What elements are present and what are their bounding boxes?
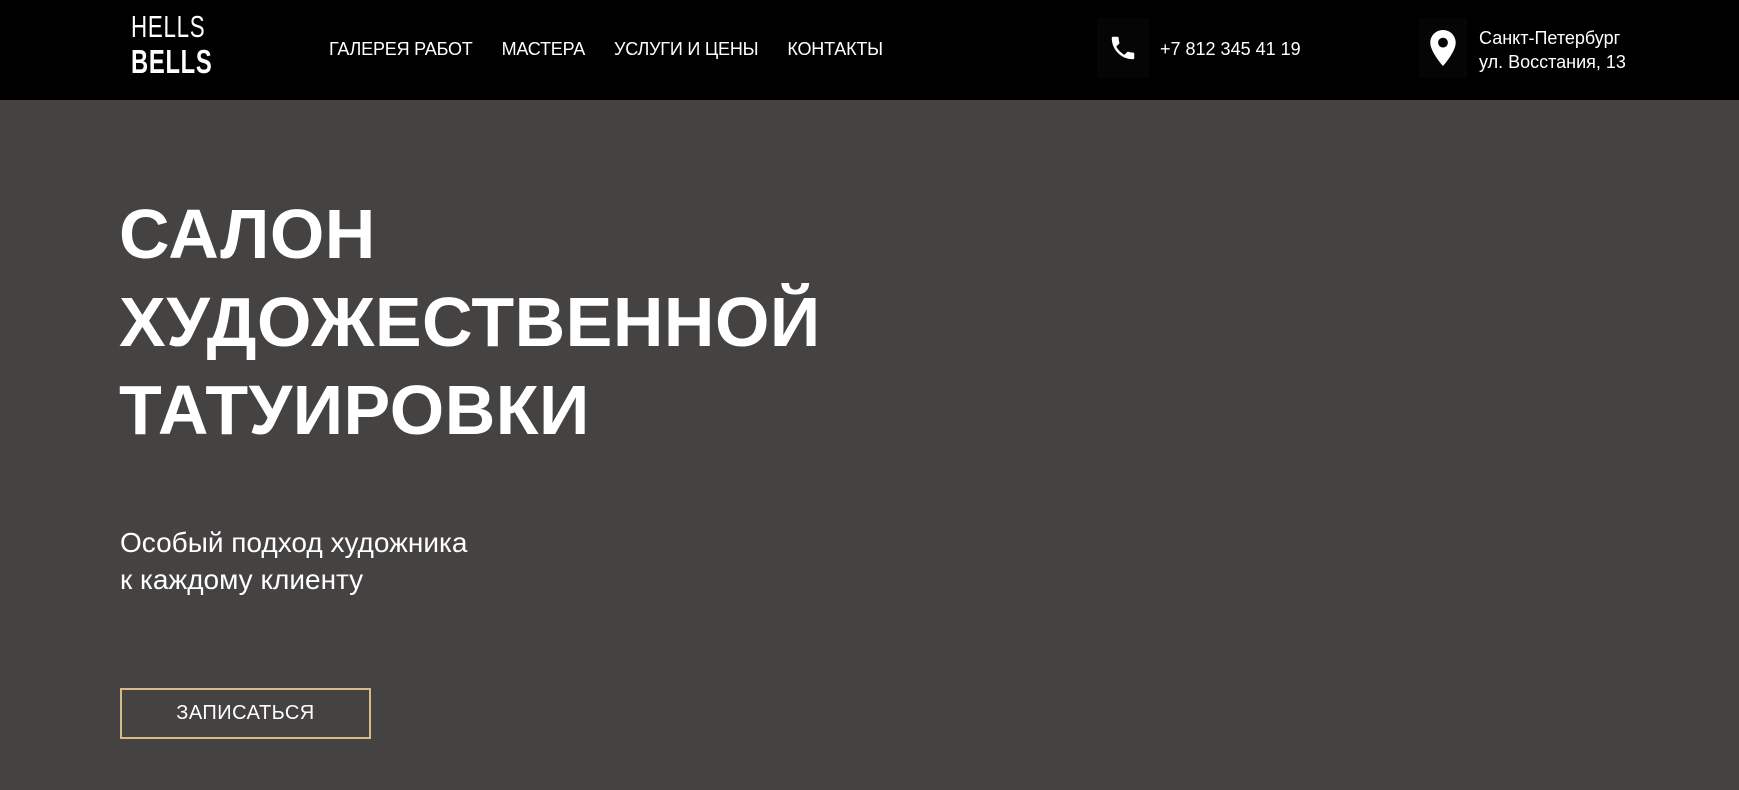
address-block: Санкт-Петербург ул. Восстания, 13 xyxy=(1479,26,1626,74)
phone-icon xyxy=(1097,18,1149,78)
main-nav: ГАЛЕРЕЯ РАБОТ МАСТЕРА УСЛУГИ И ЦЕНЫ КОНТ… xyxy=(329,38,912,60)
hero-title-line: ХУДОЖЕСТВЕННОЙ xyxy=(119,283,821,361)
signup-button[interactable]: ЗАПИСАТЬСЯ xyxy=(120,688,371,739)
hero-subtitle-line: к каждому клиенту xyxy=(120,564,364,595)
address-city: Санкт-Петербург xyxy=(1479,28,1621,48)
logo-line-bells: BELLS xyxy=(131,43,213,80)
hero-subtitle: Особый подход художника к каждому клиент… xyxy=(120,524,467,598)
nav-item-services-prices[interactable]: УСЛУГИ И ЦЕНЫ xyxy=(614,38,759,60)
logo[interactable]: HELLS BELLS xyxy=(131,9,213,82)
hero-subtitle-line: Особый подход художника xyxy=(120,527,468,558)
logo-line-hells: HELLS xyxy=(131,9,206,44)
nav-item-contacts[interactable]: КОНТАКТЫ xyxy=(787,38,883,60)
hero-title: САЛОН ХУДОЖЕСТВЕННОЙ ТАТУИРОВКИ xyxy=(119,190,821,454)
site-header: HELLS BELLS ГАЛЕРЕЯ РАБОТ МАСТЕРА УСЛУГИ… xyxy=(0,0,1739,100)
address-street: ул. Восстания, 13 xyxy=(1479,52,1626,72)
nav-item-gallery[interactable]: ГАЛЕРЕЯ РАБОТ xyxy=(329,38,473,60)
map-pin-icon xyxy=(1419,18,1467,78)
hero-title-line: САЛОН xyxy=(119,195,376,273)
phone-number-link[interactable]: +7 812 345 41 19 xyxy=(1160,38,1301,60)
hero-title-line: ТАТУИРОВКИ xyxy=(119,371,590,449)
nav-item-masters[interactable]: МАСТЕРА xyxy=(502,38,586,60)
